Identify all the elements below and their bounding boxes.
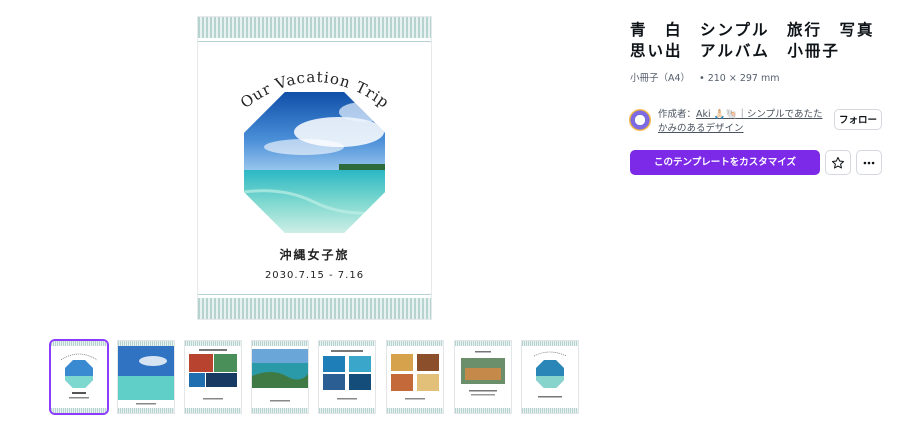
template-title: 青 白 シンプル 旅行 写真 思い出 アルバム 小冊子 — [630, 21, 893, 60]
creator-info: 作成者：Aki 🙏🏻🐚｜シンプルであたたかみのあるデザイン — [658, 108, 828, 136]
thumb-collage-image — [189, 349, 237, 400]
beach-photo — [244, 92, 385, 233]
thumb-cover-image — [60, 353, 98, 399]
template-category: 小冊子（A4） — [630, 73, 691, 84]
stripe-bottom — [198, 298, 431, 319]
follow-button[interactable]: フォロー — [834, 109, 882, 130]
thumb-stripe — [387, 408, 443, 413]
thumb-food-image — [391, 354, 439, 400]
page-thumbnail-3[interactable] — [185, 341, 241, 413]
template-preview[interactable]: Our Vacation Trip 沖縄女子旅 2030.7.15 - 7.16 — [198, 17, 431, 319]
thumb-stripe — [319, 408, 375, 413]
preview-date: 2030.7.15 - 7.16 — [264, 270, 365, 281]
template-meta: 小冊子（A4） • 210 × 297 mm — [630, 70, 780, 84]
customize-template-button[interactable]: このテンプレートをカスタマイズ — [630, 150, 820, 175]
page-thumbnail-5[interactable] — [319, 341, 375, 413]
thumb-hotel-image — [461, 351, 505, 396]
preview-subtitle: 沖縄女子旅 — [279, 248, 350, 262]
stripe-top — [198, 17, 431, 38]
creator-prefix: 作成者： — [658, 109, 697, 120]
thumb-stripe — [252, 408, 308, 413]
more-options-button[interactable] — [856, 150, 882, 175]
page-thumbnail-8[interactable] — [522, 341, 578, 413]
thumb-beach-image — [118, 346, 174, 405]
thumb-stripe — [51, 341, 107, 346]
creator-avatar[interactable] — [629, 109, 651, 131]
favorite-button[interactable] — [825, 150, 851, 175]
thumb-coast-image — [252, 349, 308, 402]
thumb-stripe — [51, 408, 107, 413]
more-icon — [863, 161, 875, 164]
page-thumbnail-6[interactable] — [387, 341, 443, 413]
divider-top — [198, 41, 431, 42]
template-size: • 210 × 297 mm — [699, 73, 780, 84]
star-icon — [831, 156, 845, 168]
thumb-stripe — [118, 408, 174, 413]
thumb-stripe — [185, 408, 241, 413]
page-thumbnail-4[interactable] — [252, 341, 308, 413]
page-thumbnail-2[interactable] — [118, 341, 174, 413]
thumb-closing-image — [533, 351, 567, 398]
page-thumbnail-1[interactable] — [51, 341, 107, 413]
page-thumbnail-7[interactable] — [455, 341, 511, 413]
divider-bottom — [198, 294, 431, 295]
thumb-stripe — [455, 408, 511, 413]
thumb-stripe — [522, 408, 578, 413]
thumb-aquarium-image — [323, 350, 371, 400]
